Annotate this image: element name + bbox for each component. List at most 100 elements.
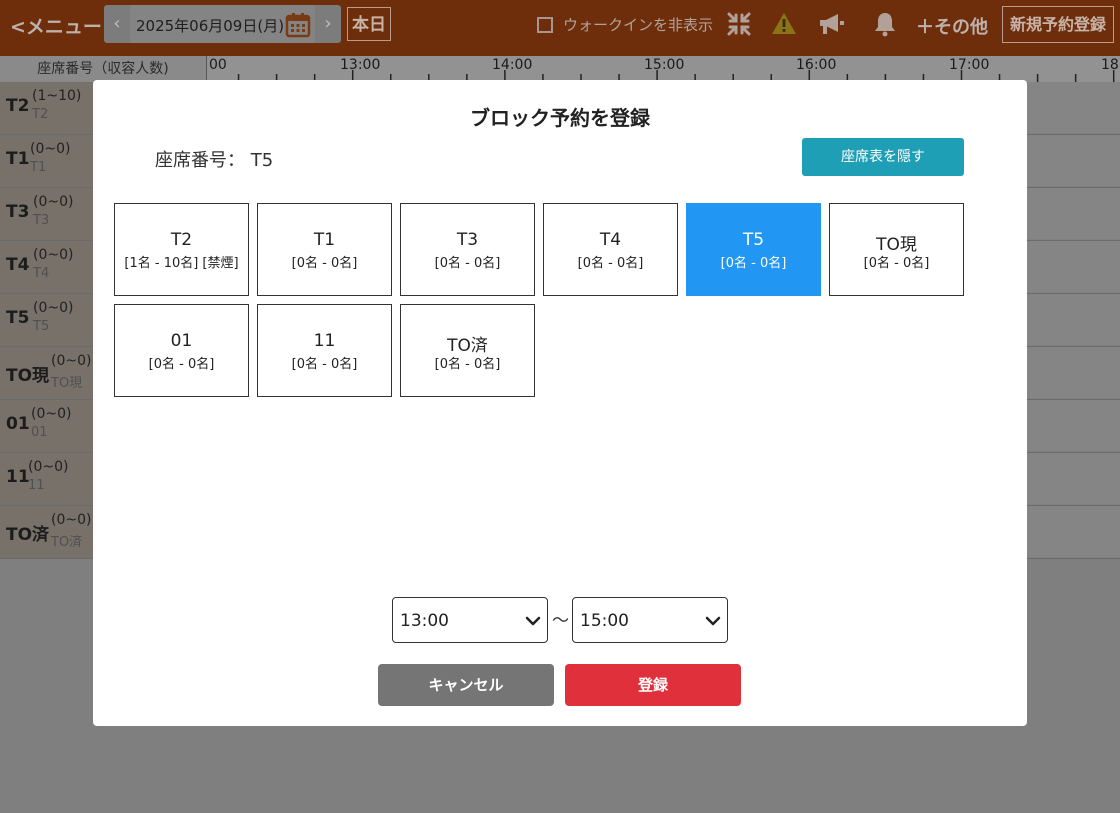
row-label: T1 (0~0) T1: [0, 135, 93, 187]
row-timeline[interactable]: [1026, 294, 1120, 345]
warning-icon[interactable]: [771, 11, 797, 37]
seat-label-text: 座席番号：: [155, 150, 245, 171]
bell-icon[interactable]: [873, 11, 897, 37]
calendar-icon[interactable]: [285, 12, 311, 38]
row-sub: T3: [33, 213, 50, 228]
seat-tile-range: [0名 - 0名]: [148, 357, 215, 372]
register-button[interactable]: 登録: [565, 664, 741, 706]
seat-tile-to-current[interactable]: TO現 [0名 - 0名]: [829, 203, 964, 296]
seat-tile-range: [0名 - 0名]: [291, 357, 358, 372]
row-capacity: (0~0): [31, 406, 72, 422]
row-name: 11: [6, 467, 30, 487]
row-label: T3 (0~0) T3: [0, 188, 93, 240]
chevron-left-icon[interactable]: ‹: [104, 5, 130, 43]
seat-tile-range: [0名 - 0名]: [720, 256, 787, 271]
row-sub: T4: [33, 266, 50, 281]
chevron-down-icon: [525, 616, 541, 626]
time-label: 14:00: [492, 57, 533, 73]
row-name: T4: [6, 255, 30, 275]
other-menu-button[interactable]: ＋その他: [916, 13, 988, 39]
seat-tile-name: T1: [313, 230, 336, 250]
end-time-select[interactable]: 15:00: [572, 597, 728, 643]
row-label: TO現 (0~0) TO現: [0, 347, 93, 399]
start-time-select[interactable]: 13:00: [392, 597, 548, 643]
row-sub: 01: [31, 425, 48, 440]
row-name: T2: [6, 96, 30, 116]
hide-seat-map-button[interactable]: 座席表を隠す: [802, 138, 964, 176]
row-capacity: (1~10): [32, 88, 82, 104]
timeline-header: 座席番号（収容人数) 00 13:00 14:00 15:00 16:00 17…: [0, 56, 1120, 82]
seat-tile-name: 01: [170, 331, 193, 351]
row-capacity: (0~0): [33, 194, 74, 210]
row-name: 01: [6, 414, 30, 434]
seat-tile-t4[interactable]: T4 [0名 - 0名]: [543, 203, 678, 296]
seat-tile-name: 11: [313, 331, 336, 351]
row-capacity: (0~0): [51, 512, 92, 528]
seat-tile-range: [1名 - 10名] [禁煙]: [124, 256, 239, 271]
row-name: T3: [6, 202, 30, 222]
top-bar: <メニュー ‹ 2025年06月09日(月) › 本日 ウォークインを非表示 ＋…: [0, 0, 1120, 56]
seat-tile-range: [0名 - 0名]: [577, 256, 644, 271]
time-label: 17:00: [949, 57, 990, 73]
row-label: T4 (0~0) T4: [0, 241, 93, 293]
seat-tile-t5[interactable]: T5 [0名 - 0名]: [686, 203, 821, 296]
row-sub: 11: [28, 478, 45, 493]
date-display[interactable]: 2025年06月09日(月): [130, 5, 315, 43]
modal-title: ブロック予約を登録: [470, 106, 650, 130]
row-sub: T1: [30, 160, 47, 175]
time-label: 15:00: [644, 57, 685, 73]
chevron-down-icon: [705, 616, 721, 626]
cancel-button[interactable]: キャンセル: [378, 664, 554, 706]
row-sub: T2: [32, 107, 49, 122]
seat-tile-to-done[interactable]: TO済 [0名 - 0名]: [400, 304, 535, 397]
walkin-toggle[interactable]: ウォークインを非表示: [537, 14, 713, 35]
row-timeline[interactable]: [1026, 453, 1120, 504]
seat-tile-range: [0名 - 0名]: [434, 256, 501, 271]
megaphone-icon[interactable]: [818, 11, 846, 37]
row-timeline[interactable]: [1026, 400, 1120, 451]
row-timeline[interactable]: [1026, 135, 1120, 186]
seat-tile-t1[interactable]: T1 [0名 - 0名]: [257, 203, 392, 296]
row-capacity: (0~0): [51, 353, 92, 369]
today-button[interactable]: 本日: [347, 7, 391, 41]
seat-tile-name: T4: [599, 230, 622, 250]
date-text: 2025年06月09日(月): [136, 17, 285, 35]
row-timeline[interactable]: [1026, 347, 1120, 398]
time-range-separator: 〜: [552, 611, 569, 631]
block-reservation-modal: ブロック予約を登録 座席番号： T5 座席表を隠す T2 [1名 - 10名] […: [93, 80, 1027, 726]
row-capacity: (0~0): [33, 247, 74, 263]
date-picker[interactable]: ‹ 2025年06月09日(月) ›: [104, 5, 341, 43]
walkin-checkbox[interactable]: [537, 17, 553, 33]
end-time-value: 15:00: [580, 611, 629, 631]
time-label: 16:00: [796, 57, 837, 73]
row-timeline[interactable]: [1026, 506, 1120, 557]
seat-tile-t2[interactable]: T2 [1名 - 10名] [禁煙]: [114, 203, 249, 296]
row-timeline[interactable]: [1026, 82, 1120, 133]
row-sub: TO現: [51, 376, 83, 391]
seat-tile-name: T2: [170, 230, 193, 250]
row-name: TO現: [6, 366, 50, 386]
seat-tile-range: [0名 - 0名]: [291, 256, 358, 271]
seat-tile-range: [0名 - 0名]: [434, 357, 501, 372]
row-timeline[interactable]: [1026, 241, 1120, 292]
new-reservation-button[interactable]: 新規予約登録: [1002, 6, 1114, 43]
time-label: 18:: [1101, 57, 1120, 73]
row-timeline[interactable]: [1026, 188, 1120, 239]
seat-tile-t3[interactable]: T3 [0名 - 0名]: [400, 203, 535, 296]
seat-tile-name: T5: [742, 230, 765, 250]
seat-tile-01[interactable]: 01 [0名 - 0名]: [114, 304, 249, 397]
row-label: 11 (0~0) 11: [0, 453, 93, 505]
row-label: 01 (0~0) 01: [0, 400, 93, 452]
row-name: TO済: [6, 525, 50, 545]
compress-icon[interactable]: [726, 11, 752, 37]
time-label: 13:00: [340, 57, 381, 73]
row-label: TO済 (0~0) TO済: [0, 506, 93, 558]
start-time-value: 13:00: [400, 611, 449, 631]
chevron-right-icon[interactable]: ›: [315, 5, 341, 43]
time-axis: 00 13:00 14:00 15:00 16:00 17:00 18:: [206, 56, 1120, 82]
seat-tile-range: [0名 - 0名]: [863, 256, 930, 271]
seat-tile-11[interactable]: 11 [0名 - 0名]: [257, 304, 392, 397]
row-label: T2 (1~10) T2: [0, 82, 93, 134]
row-sub: TO済: [51, 535, 83, 550]
menu-button[interactable]: <メニュー: [10, 12, 102, 39]
